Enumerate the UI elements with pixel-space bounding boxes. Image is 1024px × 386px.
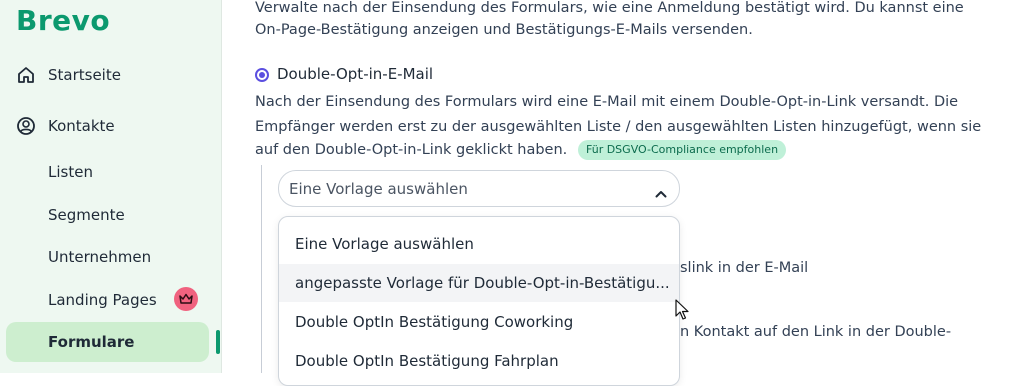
brevo-logo[interactable]: Brevo: [16, 4, 110, 37]
crown-icon: [174, 287, 198, 311]
active-indicator: [216, 330, 220, 354]
double-opt-in-radio[interactable]: [255, 68, 269, 82]
description-line3: auf den Double-Opt-in-Link geklickt habe…: [255, 142, 568, 158]
contacts-icon: [16, 116, 36, 136]
template-select[interactable]: Eine Vorlage auswählen: [278, 170, 680, 207]
description-line1: Nach der Einsendung des Formulars wird e…: [255, 94, 959, 110]
mouse-cursor-icon: [675, 299, 689, 325]
sidebar-item-startseite[interactable]: Startseite: [16, 63, 121, 87]
sidebar-subitem-listen[interactable]: Listen: [48, 160, 93, 184]
section-divider: [261, 165, 262, 373]
dropdown-option[interactable]: Double OptIn Bestätigung Fahrplan: [279, 342, 679, 380]
home-icon: [16, 65, 36, 85]
sidebar-subitem-landing-pages[interactable]: Landing Pages: [48, 288, 157, 312]
chevron-up-icon: [655, 183, 667, 202]
intro-text-line1: Verwalte nach der Einsendung des Formula…: [255, 0, 964, 16]
dsgvo-badge: Für DSGVO-Compliance empfohlen: [578, 140, 787, 160]
template-select-value: Eine Vorlage auswählen: [289, 180, 468, 198]
sidebar-subitem-segmente[interactable]: Segmente: [48, 203, 125, 227]
dropdown-option[interactable]: Double OptIn Bestätigung Coworking: [279, 303, 679, 341]
sidebar-item-label: Kontakte: [48, 117, 115, 135]
sidebar-subitem-unternehmen[interactable]: Unternehmen: [48, 245, 151, 269]
obscured-text-1: slink in der E-Mail: [680, 260, 809, 276]
double-opt-in-label[interactable]: Double-Opt-in-E-Mail: [277, 65, 433, 83]
dropdown-option[interactable]: angepasste Vorlage für Double-Opt-in-Bes…: [279, 264, 679, 302]
description-line2: Empfänger werden erst zu der ausgewählte…: [255, 119, 982, 135]
template-dropdown-list: Eine Vorlage auswählen angepasste Vorlag…: [278, 216, 680, 386]
intro-text-line2: On-Page-Bestätigung anzeigen und Bestäti…: [255, 22, 753, 38]
dropdown-option[interactable]: Eine Vorlage auswählen: [279, 225, 679, 263]
obscured-text-2: n Kontakt auf den Link in der Double-: [680, 324, 952, 340]
sidebar: Brevo Startseite Kontakte Listen Segment…: [0, 0, 222, 373]
sidebar-item-kontakte[interactable]: Kontakte: [16, 114, 115, 138]
main-content: Verwalte nach der Einsendung des Formula…: [221, 0, 1024, 386]
sidebar-item-label: Startseite: [48, 66, 121, 84]
sidebar-subitem-formulare[interactable]: Formulare: [48, 330, 134, 354]
